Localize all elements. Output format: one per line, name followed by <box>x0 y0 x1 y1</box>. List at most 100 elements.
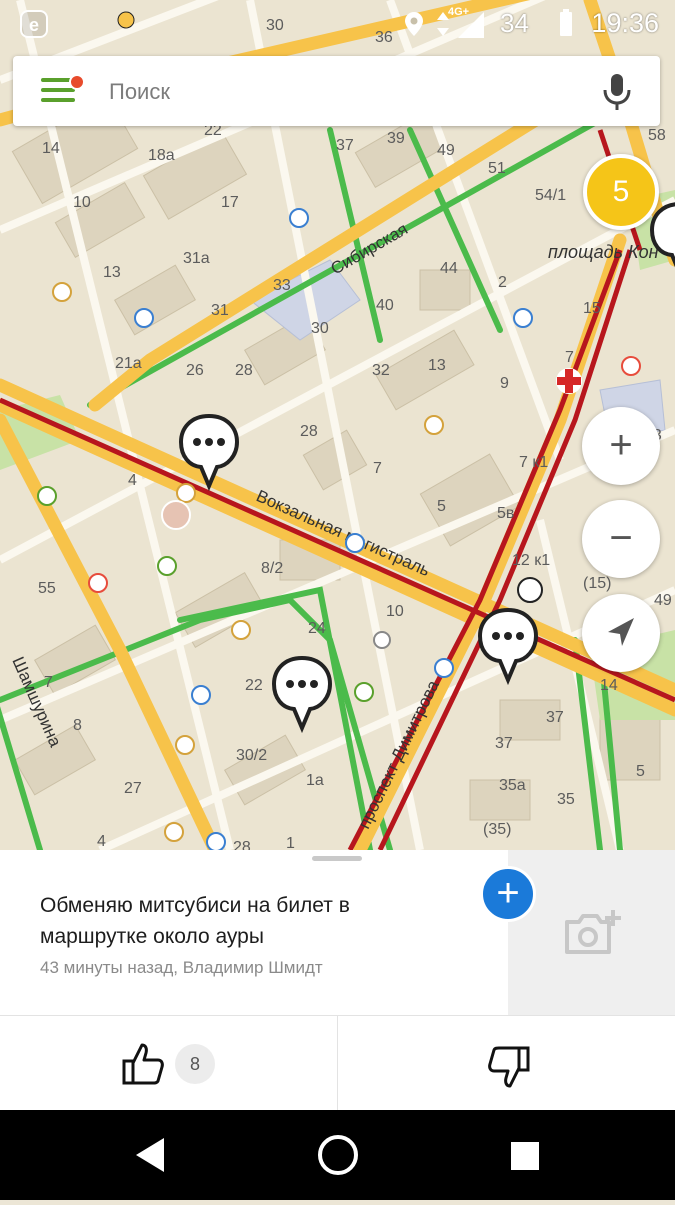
rating-divider <box>337 1016 338 1111</box>
chat-bubble-marker[interactable] <box>177 412 241 496</box>
house-number: 7 к1 <box>519 454 548 471</box>
house-number: (35) <box>483 821 511 838</box>
battery-icon <box>560 9 572 36</box>
post-title: Обменяю митсубиси на билет в маршрутке о… <box>40 894 350 948</box>
house-number: 10 <box>73 194 91 211</box>
clock: 19:36 <box>591 8 659 38</box>
house-number: 5 <box>636 763 645 780</box>
house-number: 8/2 <box>261 560 283 577</box>
house-number: 51 <box>488 160 506 177</box>
home-button[interactable] <box>288 1110 388 1200</box>
hospital-icon <box>556 368 582 394</box>
house-number: 13 <box>428 357 446 374</box>
battery-level: 34 <box>500 8 529 38</box>
house-number: 7 <box>373 460 382 477</box>
map-canvas[interactable]: Сибирская Вокзальная магистраль проспект… <box>0 0 675 850</box>
like-count: 8 <box>175 1044 215 1084</box>
house-number: 9 <box>500 375 509 392</box>
house-number: 31а <box>183 250 210 267</box>
rating-row: 8 <box>0 1015 675 1111</box>
house-number: 35 <box>557 791 575 808</box>
house-number: 35а <box>499 777 526 794</box>
house-number: 49 <box>437 142 455 159</box>
house-number: 30 <box>311 320 329 337</box>
house-number: 26 <box>186 362 204 379</box>
house-number: 24 <box>308 620 326 637</box>
house-number: 13 <box>103 264 121 281</box>
zoom-out-button[interactable]: − <box>582 500 660 578</box>
dislike-button[interactable] <box>480 1036 540 1091</box>
cluster-count-badge[interactable]: 5 <box>583 154 659 230</box>
house-number: 55 <box>38 580 56 597</box>
house-number: 5в <box>497 505 514 522</box>
house-number: 2 <box>498 274 507 291</box>
house-number: 4 <box>128 472 137 489</box>
system-nav-bar <box>0 1110 675 1200</box>
voice-search-button[interactable] <box>600 72 634 112</box>
menu-icon-line <box>41 88 75 92</box>
house-number: 14 <box>600 677 618 694</box>
house-number: 7 <box>44 674 53 691</box>
app-notification-icon: e <box>20 10 48 38</box>
like-button[interactable]: 8 <box>120 1036 320 1091</box>
recents-button[interactable] <box>474 1110 574 1200</box>
house-number: 1 <box>286 835 295 850</box>
mic-icon <box>603 74 631 110</box>
chat-bubble-marker[interactable] <box>270 654 334 738</box>
zoom-in-button[interactable]: + <box>582 407 660 485</box>
minus-icon: − <box>609 516 633 560</box>
house-number: 58 <box>648 127 666 144</box>
location-icon <box>405 12 423 36</box>
thumbs-up-icon <box>122 1043 164 1085</box>
house-number: 10 <box>386 603 404 620</box>
my-location-button[interactable] <box>582 594 660 672</box>
back-button[interactable] <box>100 1110 200 1200</box>
notification-dot <box>69 74 85 90</box>
house-number: 37 <box>495 735 513 752</box>
house-number: 21а <box>115 355 142 372</box>
house-number: 12 к1 <box>512 552 550 569</box>
house-number: 37 <box>546 709 564 726</box>
house-number: 28 <box>235 362 253 379</box>
house-number: 32 <box>372 362 390 379</box>
house-number: 8 <box>73 717 82 734</box>
add-photo-button[interactable] <box>508 850 675 1015</box>
plus-icon: + <box>609 423 633 467</box>
status-bar: e 4G+ 34 19:36 <box>0 0 675 46</box>
recents-icon <box>511 1142 539 1170</box>
thumbs-down-icon <box>488 1046 530 1088</box>
map-view[interactable]: Сибирская Вокзальная магистраль проспект… <box>0 0 675 850</box>
house-number: 18а <box>148 147 175 164</box>
back-icon <box>136 1138 164 1172</box>
drag-handle[interactable] <box>312 856 362 861</box>
house-number: 33 <box>273 277 291 294</box>
house-number: 30/2 <box>236 747 267 764</box>
house-number: 14 <box>42 140 60 157</box>
house-number: 28 <box>300 423 318 440</box>
house-number: 1а <box>306 772 324 789</box>
add-button[interactable]: + <box>480 866 536 922</box>
house-number: 31 <box>211 302 229 319</box>
signal-icon <box>458 12 484 38</box>
post-meta: 43 минуты назад, Владимир Шмидт <box>40 958 323 977</box>
house-number: 39 <box>387 130 405 147</box>
camera-add-icon <box>565 910 621 954</box>
menu-icon-line <box>41 98 75 102</box>
house-number: 28 <box>233 839 251 850</box>
search-input[interactable] <box>107 74 571 110</box>
house-number: 4 <box>97 833 106 850</box>
house-number: 27 <box>124 780 142 797</box>
home-icon <box>318 1135 358 1175</box>
house-number: 22 <box>245 677 263 694</box>
place-label: площадь Кон <box>548 242 659 262</box>
location-arrow-icon <box>608 618 634 646</box>
house-number: 7 <box>565 349 574 366</box>
house-number: 54/1 <box>535 187 566 204</box>
search-bar <box>13 56 660 126</box>
house-number: 17 <box>221 194 239 211</box>
house-number: 37 <box>336 137 354 154</box>
house-number: 40 <box>376 297 394 314</box>
chat-bubble-marker[interactable] <box>476 606 540 690</box>
house-number: 15 <box>583 300 601 317</box>
house-number: 44 <box>440 260 458 277</box>
